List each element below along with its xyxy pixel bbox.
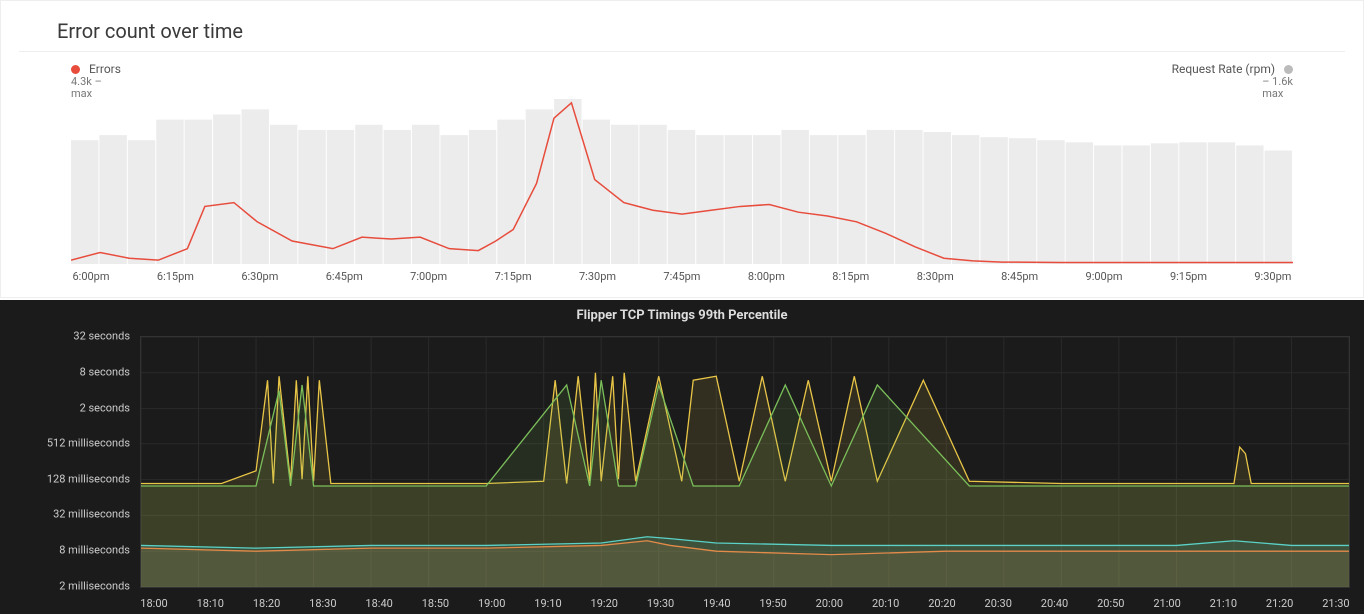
x-tick: 21:10 xyxy=(1209,597,1237,610)
y-tick: 8 milliseconds xyxy=(59,544,130,557)
legend-row: Errors 4.3k – max Request Rate (rpm) – 1… xyxy=(1,62,1363,99)
x-tick: 8:30pm xyxy=(915,270,955,283)
x-tick: 7:30pm xyxy=(578,270,618,283)
x-tick: 18:20 xyxy=(253,597,281,610)
x-tick: 8:45pm xyxy=(1000,270,1040,283)
x-tick: 19:40 xyxy=(703,597,731,610)
error-count-panel: Error count over time Errors 4.3k – max … xyxy=(0,0,1364,298)
top-x-axis: 6:00pm 6:15pm 6:30pm 6:45pm 7:00pm 7:15pm 7:30… xyxy=(71,270,1293,283)
x-tick: 21:00 xyxy=(1153,597,1181,610)
x-tick: 19:50 xyxy=(759,597,787,610)
y-tick: 8 seconds xyxy=(80,365,130,378)
x-tick: 8:00pm xyxy=(746,270,786,283)
x-tick: 7:45pm xyxy=(662,270,702,283)
x-tick: 20:10 xyxy=(872,597,900,610)
errors-dot-icon xyxy=(71,65,80,74)
x-tick: 21:30 xyxy=(1322,597,1350,610)
x-tick: 7:00pm xyxy=(409,270,449,283)
bottom-title: Flipper TCP Timings 99th Percentile xyxy=(0,308,1364,323)
x-tick: 20:20 xyxy=(928,597,956,610)
x-tick: 9:15pm xyxy=(1168,270,1208,283)
x-tick: 6:00pm xyxy=(71,270,111,283)
bottom-x-axis: 18:00 18:10 18:20 18:30 18:40 18:50 19:00 19:10… xyxy=(140,597,1350,610)
legend-request-rate[interactable]: Request Rate (rpm) xyxy=(1172,62,1293,76)
x-tick: 19:20 xyxy=(590,597,618,610)
tcp-timings-panel: Flipper TCP Timings 99th Percentile 32 s… xyxy=(0,300,1364,614)
y-tick: 2 seconds xyxy=(80,401,130,414)
x-tick: 19:10 xyxy=(534,597,562,610)
x-tick: 21:20 xyxy=(1266,597,1294,610)
legend-errors-label: Errors xyxy=(89,62,121,76)
x-tick: 18:40 xyxy=(365,597,393,610)
y-tick: 2 milliseconds xyxy=(59,580,130,593)
x-tick: 18:30 xyxy=(309,597,337,610)
x-tick: 18:10 xyxy=(196,597,224,610)
y-tick: 32 milliseconds xyxy=(53,508,130,521)
bottom-y-axis: 32 seconds8 seconds2 seconds512 millisec… xyxy=(0,336,136,588)
separator xyxy=(19,51,1345,52)
x-tick: 20:30 xyxy=(984,597,1012,610)
y-tick: 512 milliseconds xyxy=(47,436,130,449)
x-tick: 9:00pm xyxy=(1084,270,1124,283)
y-tick: 128 milliseconds xyxy=(47,472,130,485)
x-tick: 20:00 xyxy=(815,597,843,610)
x-tick: 20:40 xyxy=(1041,597,1069,610)
x-tick: 19:30 xyxy=(647,597,675,610)
top-chart-plot[interactable] xyxy=(71,99,1293,264)
x-tick: 20:50 xyxy=(1097,597,1125,610)
ymax-right-sub: max xyxy=(1262,87,1283,100)
x-tick: 6:45pm xyxy=(324,270,364,283)
rpm-dot-icon xyxy=(1284,65,1293,74)
x-tick: 19:00 xyxy=(478,597,506,610)
x-tick: 7:15pm xyxy=(493,270,533,283)
x-tick: 9:30pm xyxy=(1253,270,1293,283)
x-tick: 6:30pm xyxy=(240,270,280,283)
x-tick: 8:15pm xyxy=(831,270,871,283)
legend-errors[interactable]: Errors xyxy=(71,62,121,76)
x-tick: 18:50 xyxy=(421,597,449,610)
x-tick: 6:15pm xyxy=(155,270,195,283)
x-tick: 18:00 xyxy=(140,597,168,610)
legend-rpm-label: Request Rate (rpm) xyxy=(1172,62,1275,76)
y-tick: 32 seconds xyxy=(73,330,130,343)
panel-title: Error count over time xyxy=(1,11,1363,51)
ymax-left-sub: max xyxy=(71,87,92,100)
bottom-chart-plot[interactable] xyxy=(140,336,1350,588)
